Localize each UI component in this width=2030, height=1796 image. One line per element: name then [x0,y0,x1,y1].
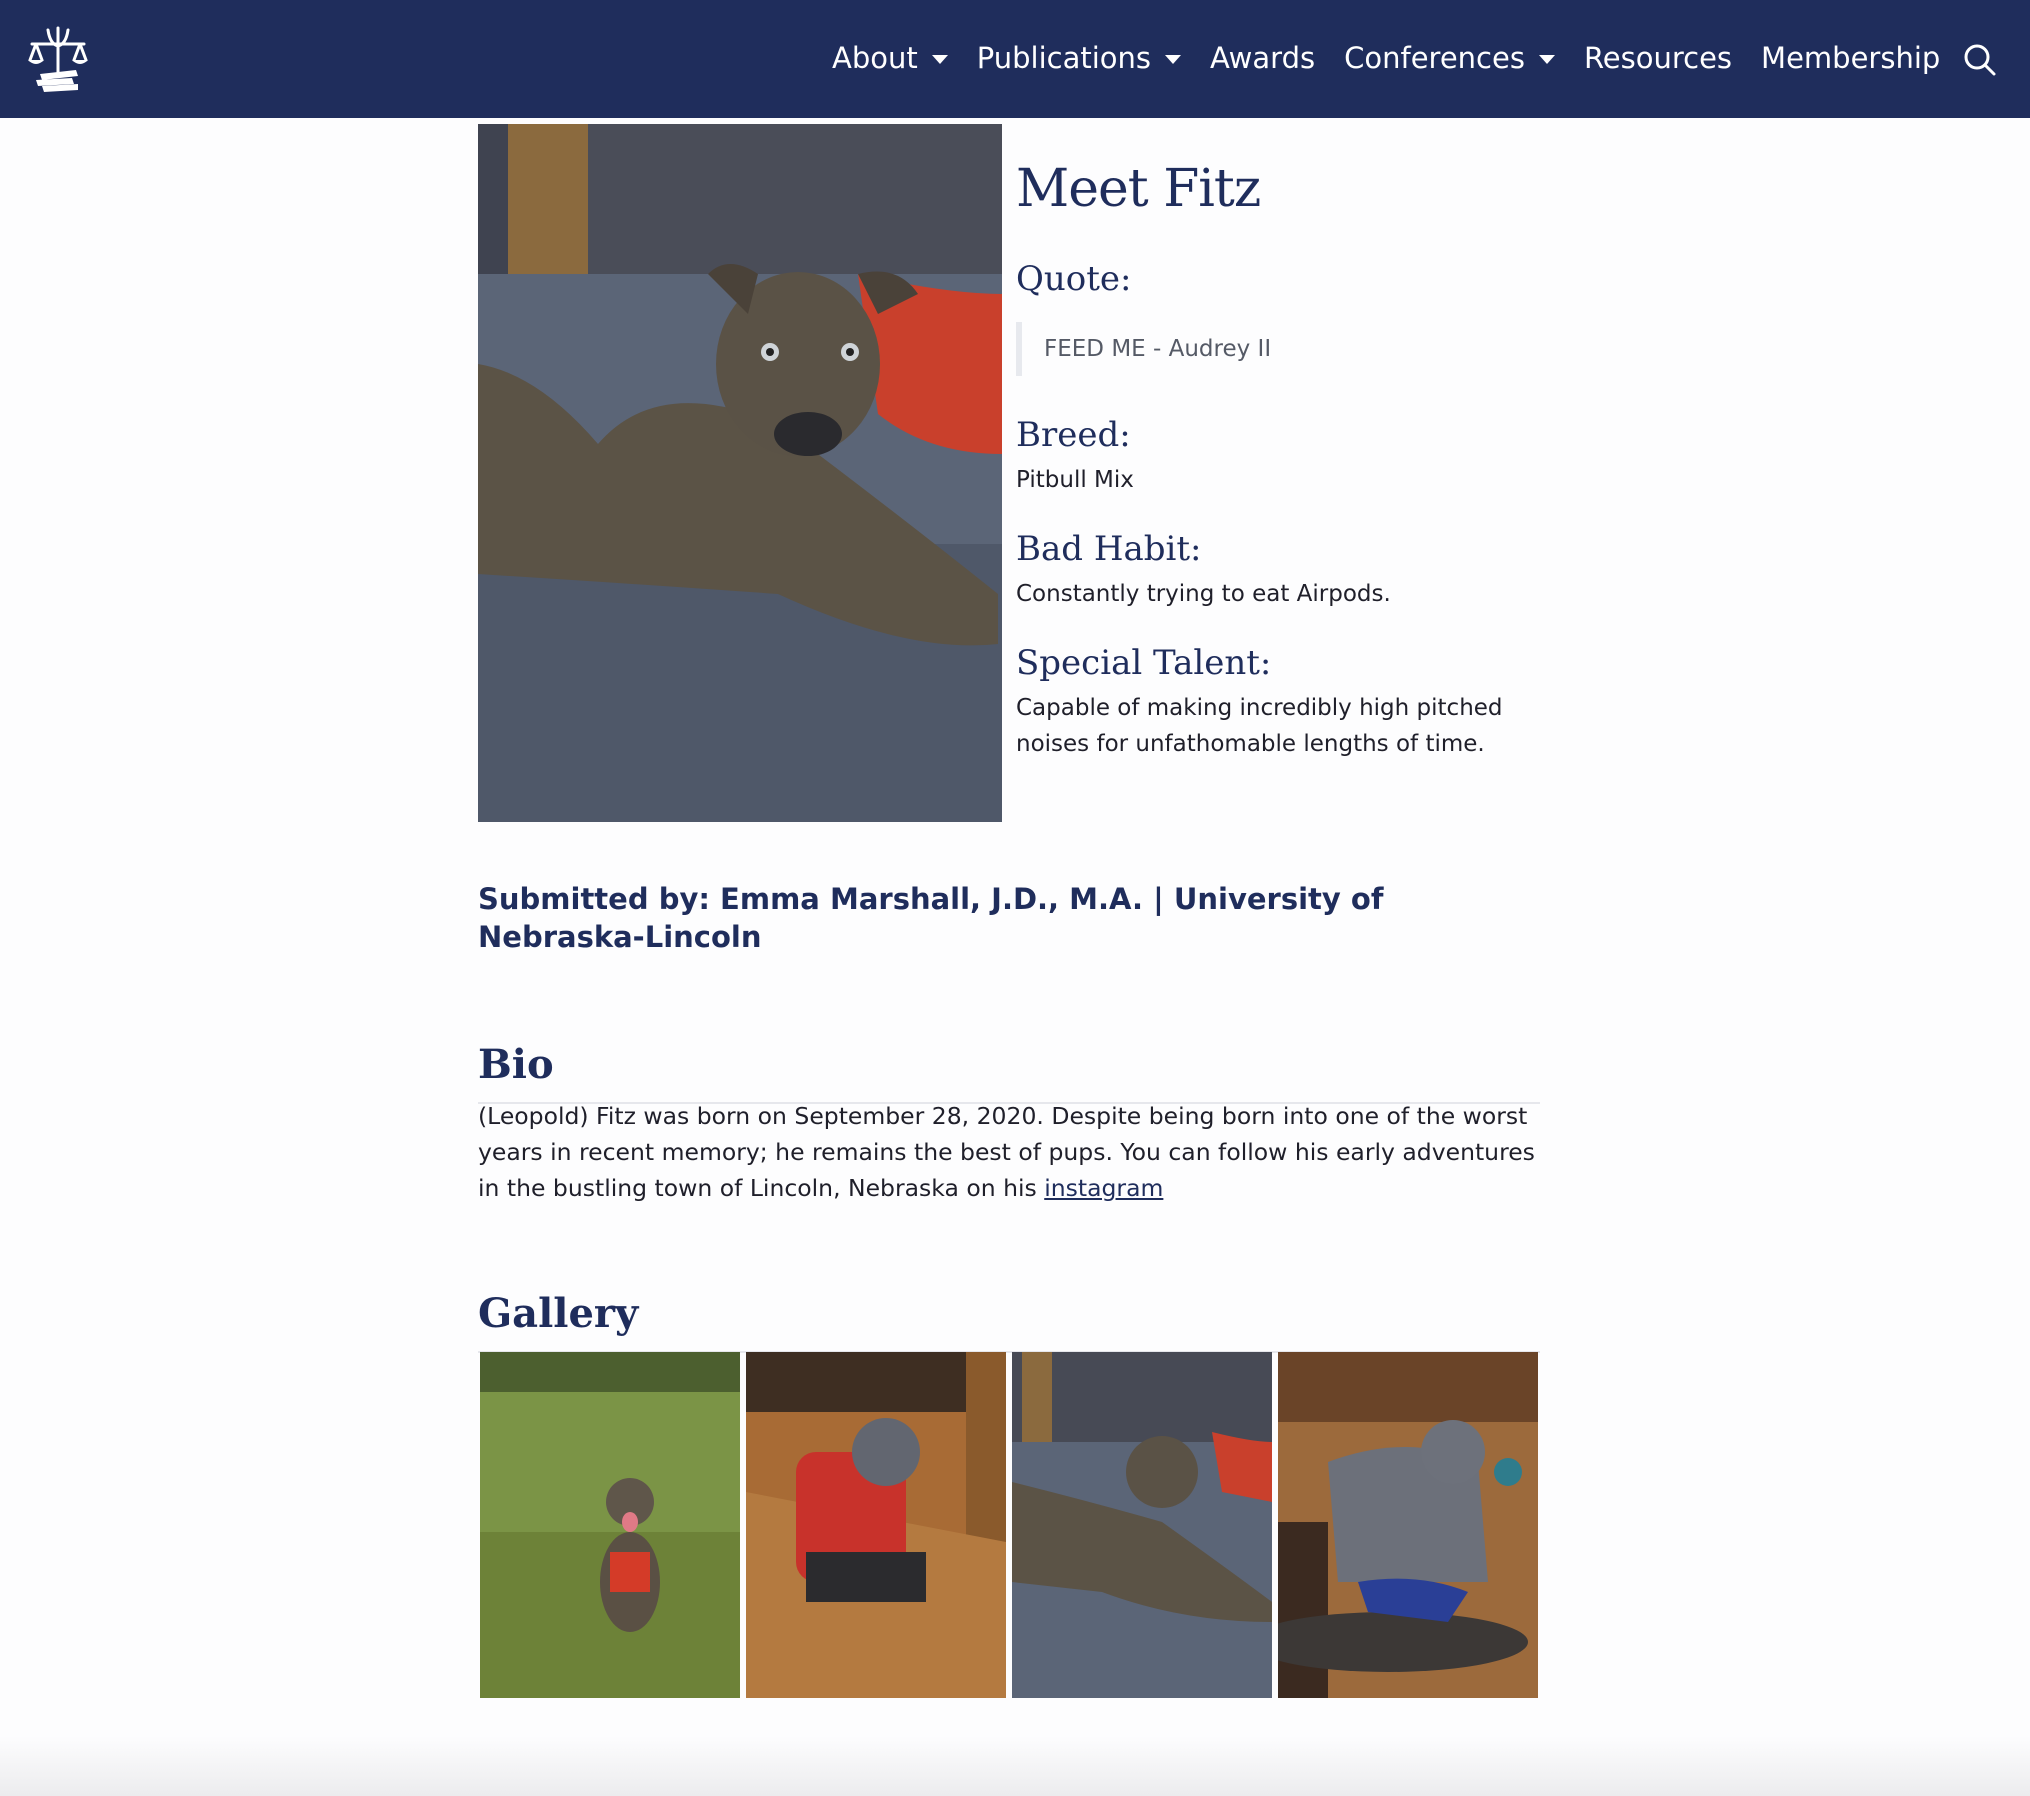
instagram-link[interactable]: instagram [1044,1174,1163,1202]
footer-shade [0,1736,2030,1796]
quote-text: FEED ME - Audrey II [1016,322,1536,376]
gallery-photo-1[interactable] [480,1352,740,1698]
special-talent-value: Capable of making incredibly high pitche… [1016,695,1503,757]
nav-conferences[interactable]: Conferences [1344,41,1555,75]
nav-about[interactable]: About [832,41,948,75]
breed-label: Breed: [1016,415,1131,455]
search-icon[interactable] [1960,40,2000,80]
submitted-by: Submitted by: Emma Marshall, J.D., M.A. … [478,882,1384,954]
chevron-down-icon [1538,54,1555,64]
bad-habit-label: Bad Habit: [1016,529,1202,569]
pet-profile-details: Meet Fitz Quote: FEED ME - Audrey II Bre… [1016,150,1536,762]
photo-gallery [480,1352,1540,1698]
bio-text: (Leopold) Fitz was born on September 28,… [478,1098,1542,1206]
page-title: Meet Fitz [1016,159,1261,219]
nav-resources-label: Resources [1583,41,1733,75]
nav-publications[interactable]: Publications [976,41,1182,75]
nav-awards[interactable]: Awards [1210,41,1315,75]
nav-conferences-label: Conferences [1344,41,1525,75]
chevron-down-icon [1165,54,1182,64]
main-nav: About Publications Awards Conferences Re… [832,30,1969,86]
gallery-photo-3[interactable] [1012,1352,1272,1698]
nav-publications-label: Publications [976,41,1152,75]
nav-about-label: About [832,41,918,75]
gallery-heading: Gallery [478,1290,1540,1354]
bio-heading: Bio [478,1041,1540,1105]
chevron-down-icon [931,54,948,64]
bad-habit-value: Constantly trying to eat Airpods. [1016,581,1391,607]
quote-label: Quote: [1016,259,1132,299]
special-talent-label: Special Talent: [1016,643,1272,683]
nav-membership[interactable]: Membership [1761,41,1940,75]
gallery-photo-4[interactable] [1278,1352,1538,1698]
nav-membership-label: Membership [1761,41,1941,75]
fitz-profile-photo [478,124,1002,822]
bio-body: (Leopold) Fitz was born on September 28,… [478,1102,1535,1202]
gallery-photo-2[interactable] [746,1352,1006,1698]
nav-resources[interactable]: Resources [1584,41,1732,75]
top-navigation-bar: About Publications Awards Conferences Re… [0,0,2030,118]
scales-of-justice-logo-icon[interactable] [26,22,90,94]
nav-awards-label: Awards [1210,41,1316,75]
breed-value: Pitbull Mix [1016,467,1134,493]
